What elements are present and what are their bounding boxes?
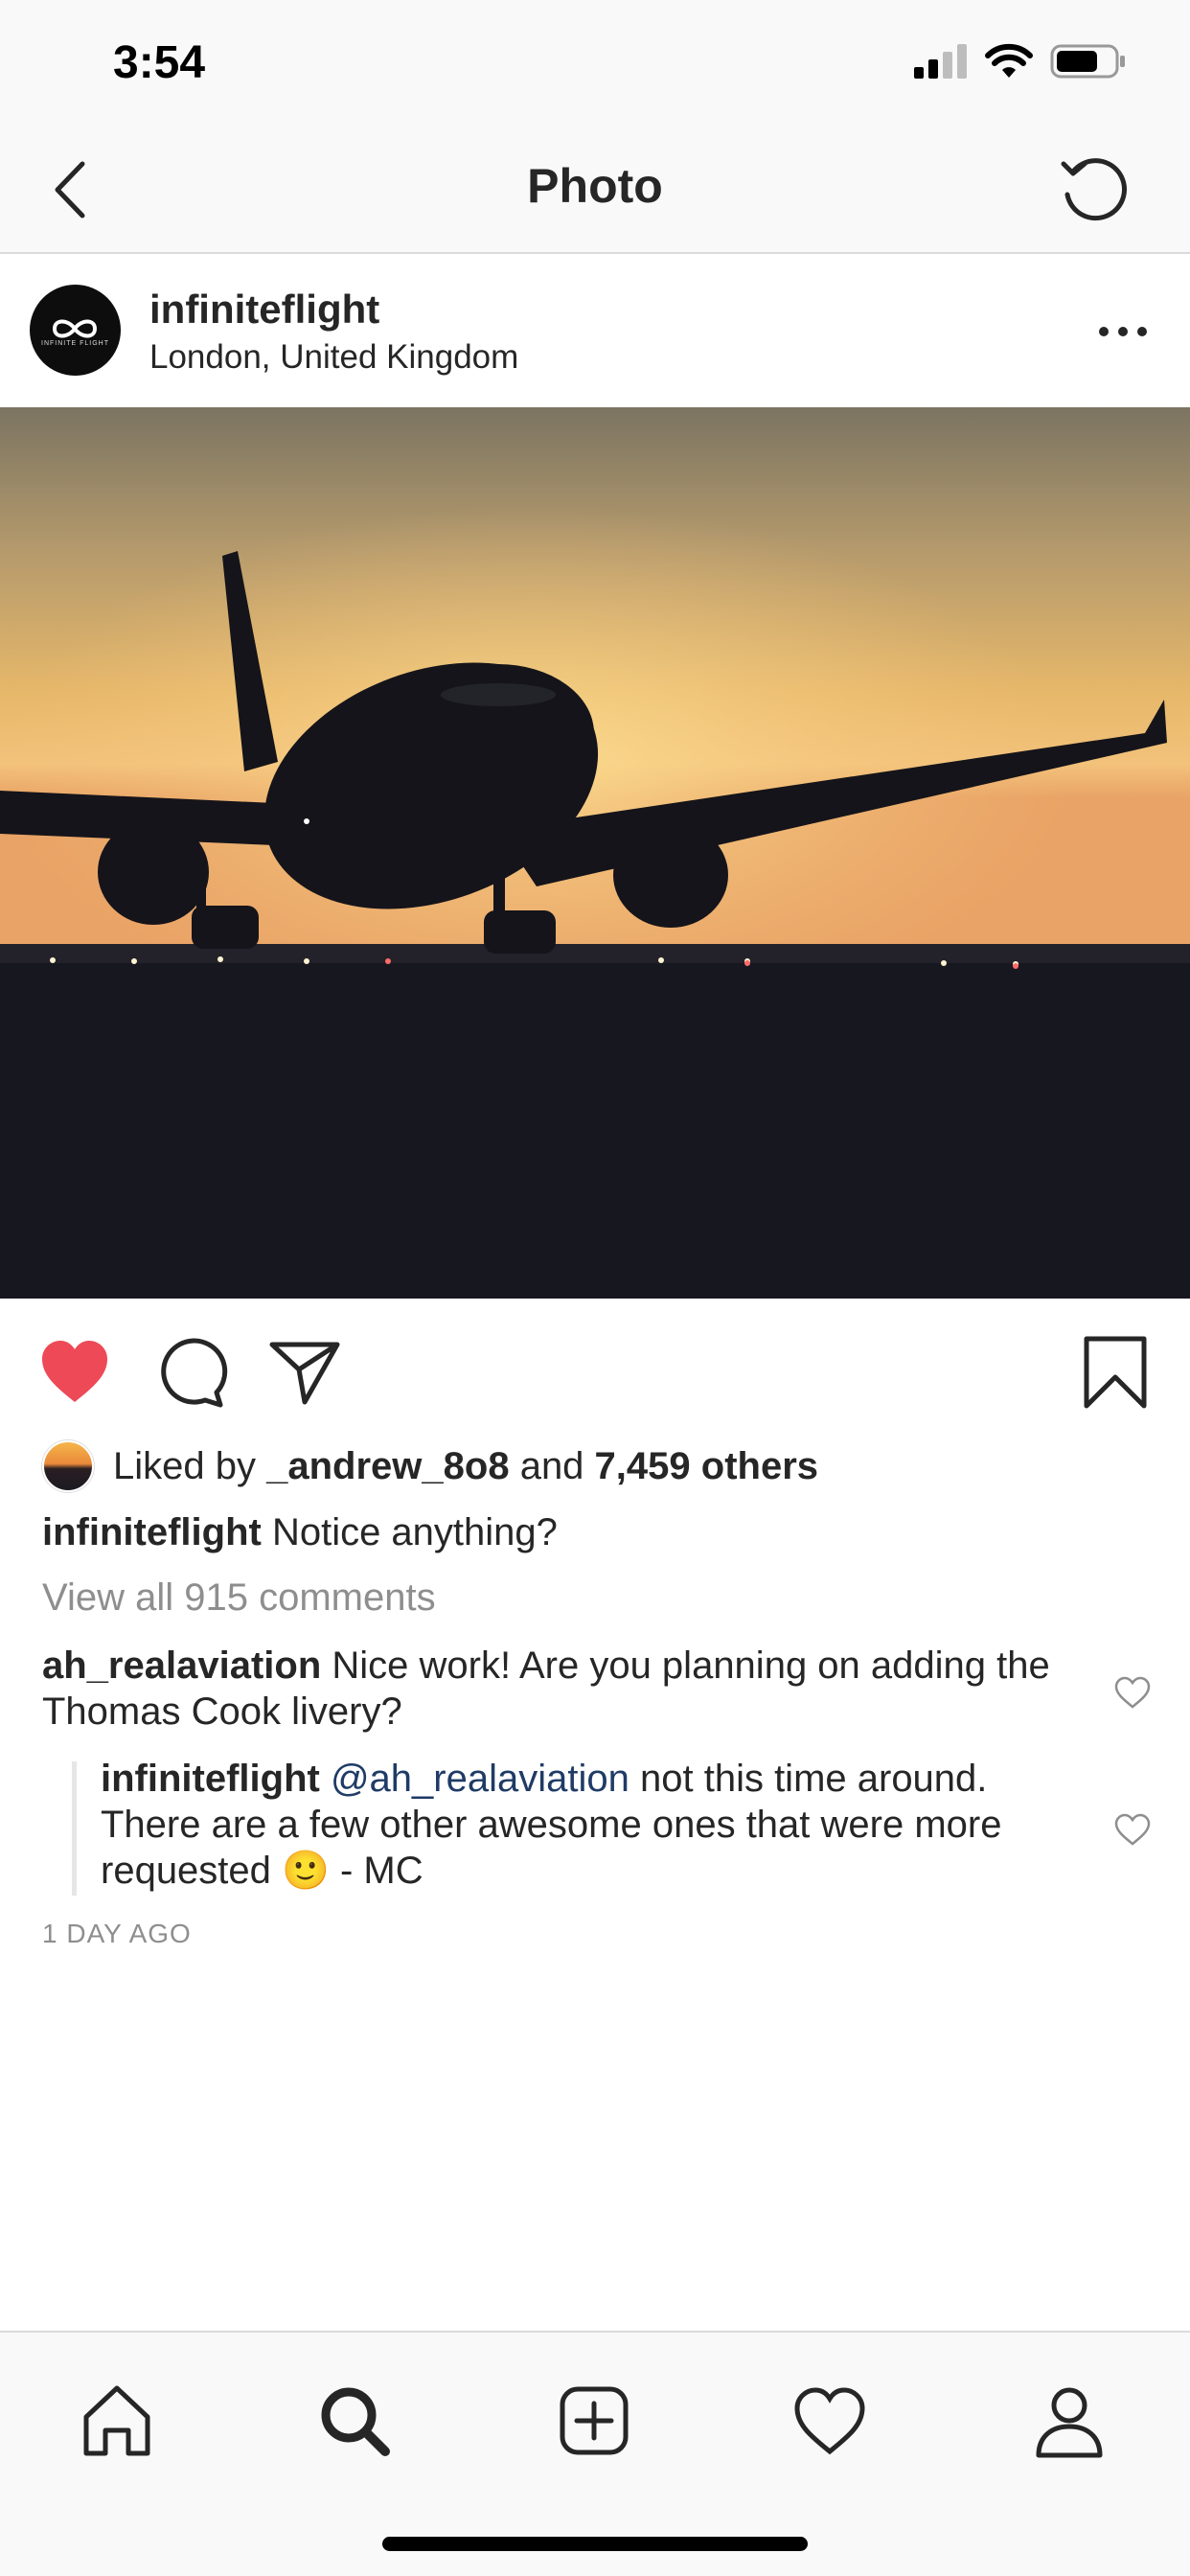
likes-connector: and (509, 1445, 595, 1487)
caption-username[interactable]: infiniteflight (42, 1511, 262, 1553)
likes-row[interactable]: Liked by _andrew_8o8 and 7,459 others (42, 1438, 818, 1495)
post-caption: infiniteflight Notice anything? (42, 1509, 1144, 1555)
activity-icon[interactable] (791, 2382, 868, 2459)
battery-icon (1050, 44, 1125, 79)
home-icon[interactable] (79, 2382, 155, 2459)
comment-username[interactable]: ah_realaviation (42, 1644, 321, 1687)
view-all-comments-link[interactable]: View all 915 comments (42, 1576, 436, 1620)
reply-like-icon[interactable] (1113, 1812, 1152, 1847)
reply-mention[interactable]: @ah_realaviation (331, 1758, 629, 1800)
status-bar: 3:54 (0, 0, 1190, 129)
reply-comment: infiniteflight @ah_realaviation not this… (101, 1756, 1087, 1894)
post-timestamp: 1 DAY AGO (42, 1919, 192, 1948)
heart-icon[interactable] (36, 1333, 113, 1410)
post-header: INFINITE FLIGHT infiniteflight London, U… (0, 256, 1190, 407)
share-icon[interactable] (266, 1333, 343, 1410)
reply-thread-line (72, 1761, 77, 1896)
page-title: Photo (527, 159, 663, 213)
post-username[interactable]: infiniteflight (149, 287, 379, 333)
likes-prefix: Liked by (113, 1445, 267, 1487)
bookmark-icon[interactable] (1077, 1333, 1154, 1410)
status-icons (914, 40, 1127, 82)
search-icon[interactable] (316, 2382, 393, 2459)
comment-like-icon[interactable] (1113, 1675, 1152, 1710)
refresh-icon[interactable] (1058, 152, 1133, 227)
add-icon[interactable] (556, 2382, 632, 2459)
avatar[interactable]: INFINITE FLIGHT (30, 285, 121, 376)
comment-icon[interactable] (151, 1333, 228, 1410)
signal-icon (914, 44, 967, 79)
caption-text: Notice anything? (261, 1511, 558, 1553)
likes-first-user[interactable]: _andrew_8o8 (266, 1443, 509, 1489)
infinity-logo-icon (52, 319, 98, 338)
more-icon[interactable] (1094, 317, 1152, 346)
profile-icon[interactable] (1031, 2382, 1108, 2459)
avatar-label: INFINITE FLIGHT (41, 340, 109, 347)
comment: ah_realaviation Nice work! Are you plann… (42, 1643, 1077, 1735)
action-bar (0, 1299, 1190, 1433)
home-indicator[interactable] (382, 2537, 808, 2551)
reply-username[interactable]: infiniteflight (101, 1758, 320, 1800)
post-location[interactable]: London, United Kingdom (149, 338, 518, 377)
likes-count[interactable]: 7,459 others (595, 1443, 818, 1489)
status-time: 3:54 (113, 37, 206, 88)
liker-avatar (42, 1440, 94, 1492)
nav-header: Photo (0, 129, 1190, 254)
post-photo[interactable] (0, 407, 1190, 1299)
wifi-icon (985, 43, 1033, 78)
